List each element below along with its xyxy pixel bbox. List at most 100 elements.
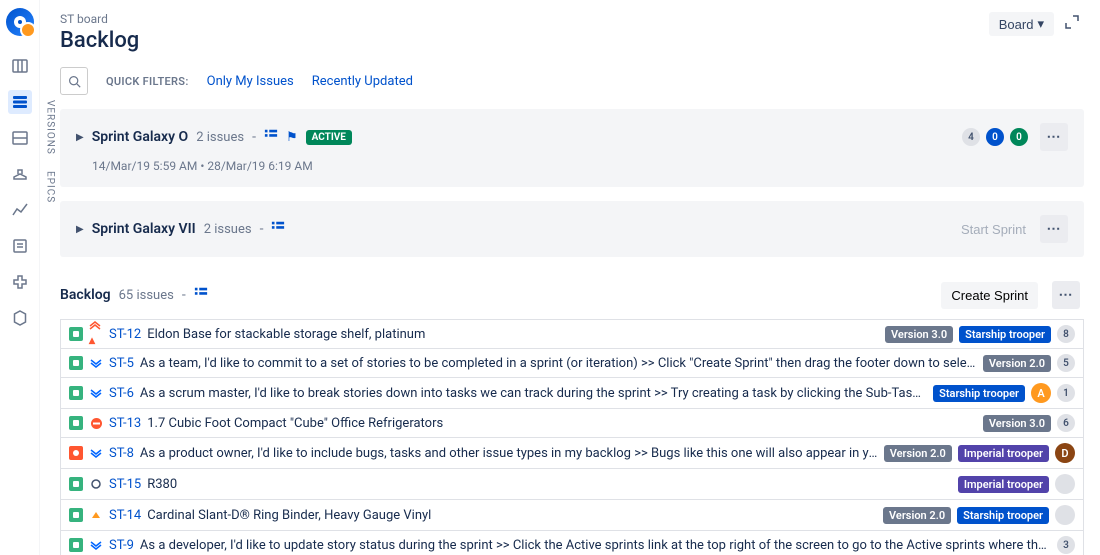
done-stat: 0 — [1010, 128, 1028, 146]
issue-row[interactable]: ST-9 As a developer, I'd like to update s… — [60, 530, 1084, 555]
priority-icon: ▴ — [89, 327, 103, 341]
issue-key[interactable]: ST-12 — [109, 327, 141, 342]
issue-row[interactable]: ST-8 As a product owner, I'd like to incl… — [60, 437, 1084, 468]
backlog-small-icon[interactable] — [264, 128, 278, 146]
estimate-badge: 8 — [1057, 325, 1075, 343]
issue-summary: As a product owner, I'd like to include … — [140, 446, 878, 461]
sprint-menu-button[interactable]: ⋯ — [1040, 215, 1068, 243]
issue-type-icon — [69, 327, 83, 341]
versions-tab-label[interactable]: VERSIONS — [45, 100, 56, 155]
version-tag[interactable]: Version 2.0 — [884, 445, 952, 462]
issue-key[interactable]: ST-5 — [109, 356, 134, 371]
board-dropdown[interactable]: Board ▾ — [989, 12, 1054, 36]
nav-addon-icon[interactable] — [8, 270, 32, 294]
filter-recent[interactable]: Recently Updated — [312, 74, 413, 89]
chevron-down-icon: ▾ — [1037, 16, 1044, 32]
issue-type-icon — [69, 386, 83, 400]
expand-sprint-icon[interactable]: ▶ — [76, 224, 84, 235]
side-tabs[interactable]: VERSIONS EPICS — [40, 0, 60, 555]
sprint-galaxy-vii: ▶ Sprint Galaxy VII 2 issues - Start Spr… — [60, 201, 1084, 257]
issue-type-icon — [69, 477, 83, 491]
issue-list: ▴ST-12Eldon Base for stackable storage s… — [60, 319, 1084, 555]
version-tag[interactable]: Version 3.0 — [983, 415, 1051, 432]
filter-my-issues[interactable]: Only My Issues — [207, 74, 294, 89]
priority-icon — [89, 416, 103, 430]
issue-row[interactable]: ST-15 R380 Imperial trooper — [60, 468, 1084, 499]
version-tag[interactable]: Version 3.0 — [885, 326, 953, 343]
page-title: Backlog — [60, 28, 139, 53]
issue-summary: As a scrum master, I'd like to break sto… — [140, 386, 927, 401]
issue-row[interactable]: ▴ST-12Eldon Base for stackable storage s… — [60, 319, 1084, 348]
issue-type-icon — [69, 508, 83, 522]
issue-type-icon — [69, 416, 83, 430]
issue-key[interactable]: ST-15 — [109, 477, 141, 492]
issue-key[interactable]: ST-8 — [109, 446, 134, 461]
nav-sprints-icon[interactable] — [8, 126, 32, 150]
issue-type-icon — [69, 356, 83, 370]
sprint-dates: 14/Mar/19 5:59 AM • 28/Mar/19 6:19 AM — [76, 159, 1068, 173]
backlog-small-icon[interactable] — [271, 220, 285, 238]
nav-pages-icon[interactable] — [8, 234, 32, 258]
issue-row[interactable]: ST-14 Cardinal Slant-D® Ring Binder, Heav… — [60, 499, 1084, 530]
issue-row[interactable]: ST-6 As a scrum master, I'd like to break… — [60, 377, 1084, 408]
estimate-badge: 6 — [1057, 414, 1075, 432]
issue-row[interactable]: ST-13 1.7 Cubic Foot Compact "Cube" Offic… — [60, 408, 1084, 437]
sprint-count: 2 issues — [204, 222, 252, 237]
assignee-avatar[interactable]: A — [1031, 383, 1051, 403]
active-badge: ACTIVE — [306, 130, 352, 145]
issue-summary: As a developer, I'd like to update story… — [140, 538, 1051, 553]
issue-row[interactable]: ST-5 As a team, I'd like to commit to a s… — [60, 348, 1084, 377]
toolbar: ST board Backlog Board ▾ — [60, 0, 1100, 53]
create-sprint-button[interactable]: Create Sprint — [941, 282, 1038, 309]
issue-summary: 1.7 Cubic Foot Compact "Cube" Office Ref… — [147, 416, 977, 431]
expand-sprint-icon[interactable]: ▶ — [76, 132, 84, 143]
issue-summary: Cardinal Slant-D® Ring Binder, Heavy Gau… — [147, 508, 877, 523]
nav-ship-icon[interactable] — [8, 162, 32, 186]
assignee-avatar[interactable]: D — [1055, 443, 1075, 463]
priority-icon — [89, 446, 103, 460]
fullscreen-icon[interactable] — [1064, 14, 1080, 34]
inprogress-stat: 0 — [986, 128, 1004, 146]
epics-tab-label[interactable]: EPICS — [45, 171, 56, 203]
nav-reports-icon[interactable] — [8, 198, 32, 222]
assignee-avatar[interactable] — [1055, 505, 1075, 525]
issue-summary: R380 — [147, 477, 952, 492]
nav-boards-icon[interactable] — [8, 54, 32, 78]
issue-key[interactable]: ST-13 — [109, 416, 141, 431]
sprint-name: Sprint Galaxy VII — [92, 221, 196, 237]
priority-icon — [89, 538, 103, 552]
estimate-badge: 5 — [1057, 354, 1075, 372]
epic-tag[interactable]: Imperial trooper — [958, 445, 1049, 462]
breadcrumb[interactable]: ST board — [60, 12, 139, 26]
estimate-badge: 3 — [1057, 536, 1075, 554]
sprint-menu-button[interactable]: ⋯ — [1040, 123, 1068, 151]
backlog-count: 65 issues — [119, 288, 174, 303]
sprint-name: Sprint Galaxy O — [92, 129, 188, 145]
epic-tag[interactable]: Starship trooper — [957, 507, 1049, 524]
quick-filters-label: QUICK FILTERS: — [106, 75, 189, 88]
issue-key[interactable]: ST-9 — [109, 538, 134, 553]
epic-tag[interactable]: Starship trooper — [959, 326, 1051, 343]
nav-settings-icon[interactable] — [8, 306, 32, 330]
version-tag[interactable]: Version 2.0 — [983, 355, 1051, 372]
backlog-title: Backlog — [60, 287, 111, 303]
app-logo-icon[interactable] — [6, 8, 34, 36]
left-nav[interactable] — [0, 0, 40, 555]
issue-key[interactable]: ST-14 — [109, 508, 141, 523]
epic-tag[interactable]: Starship trooper — [933, 385, 1025, 402]
flag-icon[interactable]: ⚑ — [286, 130, 298, 145]
backlog-small-icon[interactable] — [194, 286, 208, 304]
epic-tag[interactable]: Imperial trooper — [958, 476, 1049, 493]
start-sprint-button[interactable]: Start Sprint — [961, 222, 1026, 237]
version-tag[interactable]: Version 2.0 — [883, 507, 951, 524]
issue-key[interactable]: ST-6 — [109, 386, 134, 401]
backlog-header: Backlog 65 issues - Create Sprint ⋯ — [60, 271, 1084, 319]
assignee-avatar[interactable] — [1055, 474, 1075, 494]
board-dropdown-label: Board — [999, 17, 1034, 32]
backlog-menu-button[interactable]: ⋯ — [1052, 281, 1080, 309]
nav-backlog-icon[interactable] — [8, 90, 32, 114]
search-input[interactable] — [60, 67, 88, 95]
sprint-count: 2 issues — [196, 130, 244, 145]
issue-summary: As a team, I'd like to commit to a set o… — [140, 356, 977, 371]
priority-icon — [89, 477, 103, 491]
